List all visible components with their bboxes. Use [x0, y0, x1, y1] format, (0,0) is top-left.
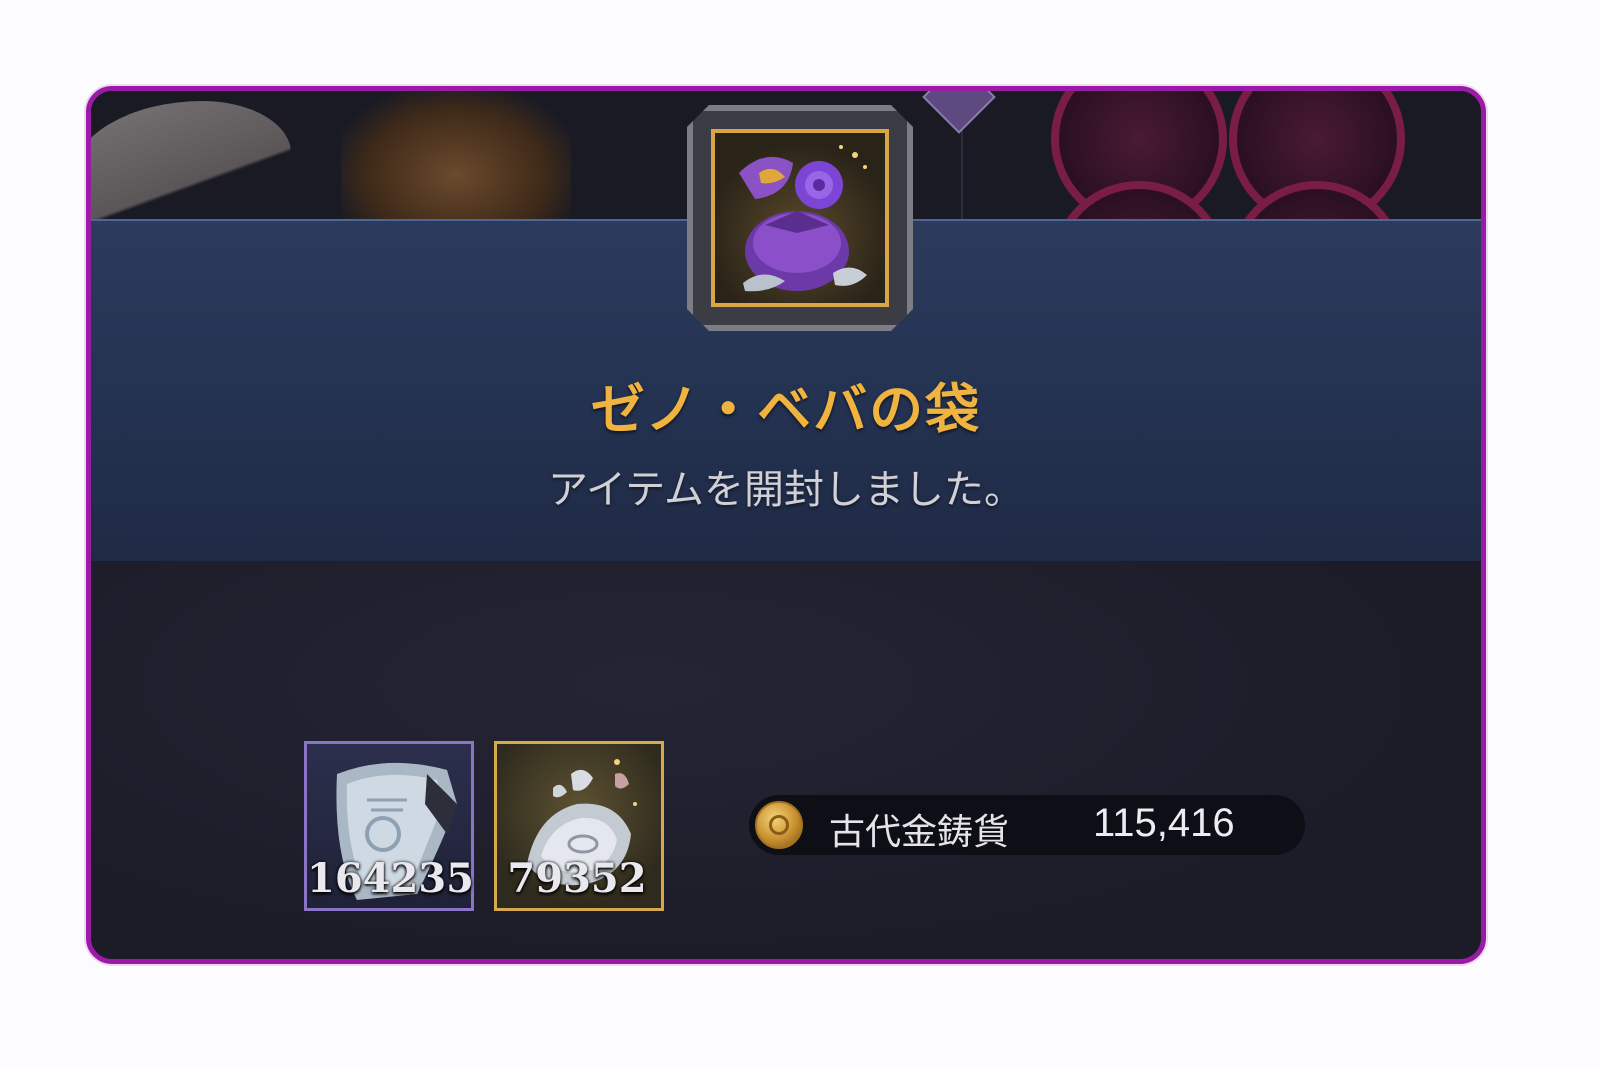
purple-flower-pouch-icon	[739, 145, 867, 292]
reward-slot-1[interactable]: 164235	[304, 741, 474, 911]
currency-display: 古代金鋳貨 115,416	[749, 795, 1305, 855]
rewards-area	[91, 561, 1481, 959]
item-opened-dialog: ゼノ・ベバの袋 アイテムを開封しました。 164235 79352 古代金鋳貨 …	[86, 86, 1486, 964]
reward-count-2: 79352	[507, 855, 647, 902]
opened-item-inner	[711, 129, 889, 307]
character-ear	[91, 101, 291, 231]
opened-item-slot	[687, 105, 913, 331]
character-hair	[341, 91, 571, 231]
currency-value: 115,416	[1093, 801, 1235, 845]
reward-slot-2[interactable]: 79352	[494, 741, 664, 911]
gold-coin-icon	[755, 801, 803, 849]
item-name-title: ゼノ・ベバの袋	[590, 378, 982, 441]
currency-label: 古代金鋳貨	[829, 812, 1010, 853]
gem-ornament-icon	[922, 91, 996, 134]
opened-message: アイテムを開封しました。	[548, 467, 1024, 513]
reward-count-1: 164235	[307, 855, 474, 902]
